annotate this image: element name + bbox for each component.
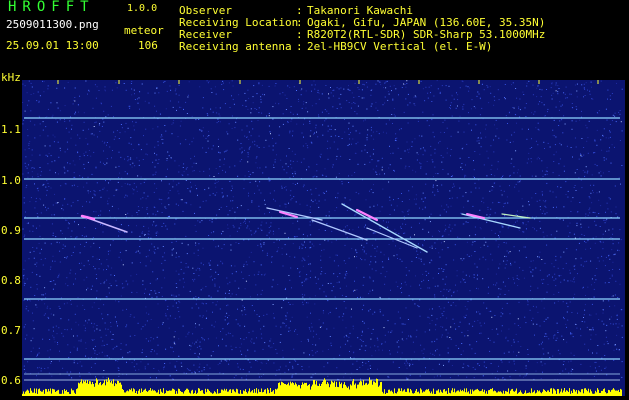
spectrogram-background — [22, 80, 625, 396]
app-version: 1.0.0 — [127, 3, 158, 14]
detection-mode: meteor — [124, 24, 164, 37]
meteor-count: 106 — [138, 39, 158, 52]
y-tick-label: 0.9 — [1, 224, 21, 237]
hrofft-window: HROFFT 1.0.0 2509011300.png meteor 25.09… — [0, 0, 629, 400]
info-key-antenna: Receiving antenna — [179, 40, 292, 53]
y-tick-label: 1.1 — [1, 123, 21, 136]
spectrogram — [22, 80, 625, 396]
file-name: 2509011300.png — [6, 18, 99, 31]
y-tick-label: 0.7 — [1, 324, 21, 337]
y-axis-unit: kHz — [1, 71, 21, 84]
y-tick-label: 1.0 — [1, 174, 21, 187]
app-logo: HROFFT — [8, 0, 95, 15]
info-colon: : — [296, 40, 303, 53]
capture-datetime: 25.09.01 13:00 — [6, 39, 99, 52]
info-value-antenna: 2el-HB9CV Vertical (el. E-W) — [307, 40, 493, 53]
y-tick-label: 0.8 — [1, 274, 21, 287]
y-tick-label: 0.6 — [1, 374, 21, 387]
